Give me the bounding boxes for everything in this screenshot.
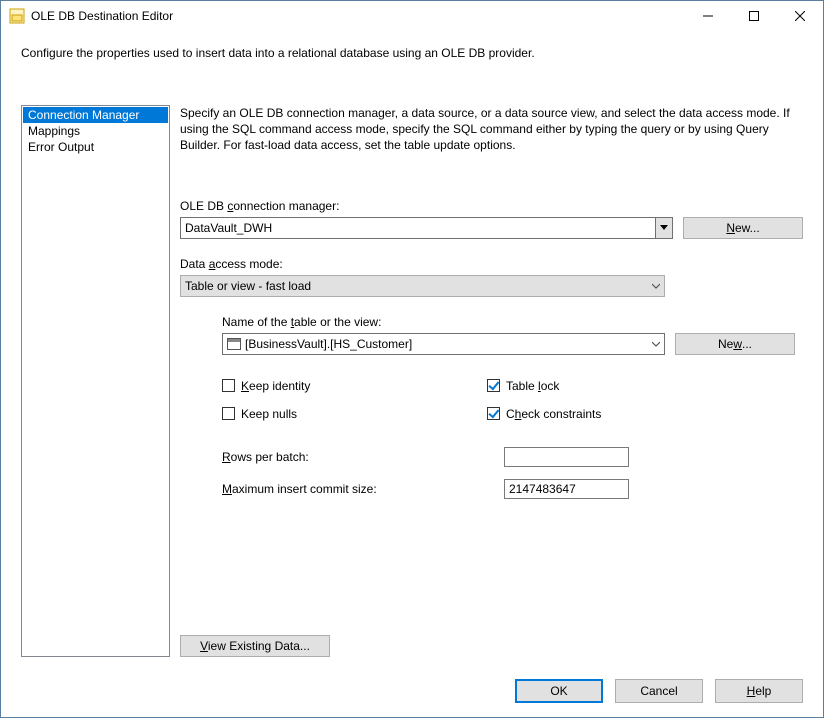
access-mode-section: Data access mode: Table or view - fast l… <box>180 257 803 297</box>
app-icon <box>9 8 25 24</box>
ok-button[interactable]: OK <box>515 679 603 703</box>
titlebar: OLE DB Destination Editor <box>1 1 823 31</box>
options-row-1: Keep identity Table lock <box>222 379 803 393</box>
main-row: Connection Manager Mappings Error Output… <box>21 105 803 657</box>
keep-identity-checkbox[interactable]: Keep identity <box>222 379 487 393</box>
chevron-down-icon <box>647 276 664 296</box>
connection-dropdown[interactable]: DataVault_DWH <box>180 217 673 239</box>
help-text: Specify an OLE DB connection manager, a … <box>180 105 803 154</box>
main-panel: Specify an OLE DB connection manager, a … <box>170 105 803 657</box>
check-constraints-checkbox[interactable]: Check constraints <box>487 407 752 421</box>
window-title: OLE DB Destination Editor <box>31 9 173 23</box>
checkbox-icon <box>222 407 235 420</box>
table-dropdown[interactable]: [BusinessVault].[HS_Customer] <box>222 333 665 355</box>
checkbox-icon <box>487 407 500 420</box>
connection-label: OLE DB connection manager: <box>180 199 803 213</box>
chevron-down-icon <box>647 334 664 354</box>
options-row-2: Keep nulls Check constraints <box>222 407 803 421</box>
new-table-button[interactable]: New... <box>675 333 795 355</box>
minimize-button[interactable] <box>685 1 731 31</box>
window: OLE DB Destination Editor Configure the … <box>0 0 824 718</box>
window-controls <box>685 1 823 31</box>
access-mode-dropdown[interactable]: Table or view - fast load <box>180 275 665 297</box>
dialog-buttons: OK Cancel Help <box>1 669 823 717</box>
maximize-button[interactable] <box>731 1 777 31</box>
commit-size-label: Maximum insert commit size: <box>222 482 504 496</box>
new-connection-button[interactable]: New... <box>683 217 803 239</box>
rows-per-batch-row: Rows per batch: <box>222 447 803 467</box>
sidebar-item-connection-manager[interactable]: Connection Manager <box>23 107 168 123</box>
sidebar: Connection Manager Mappings Error Output <box>21 105 170 657</box>
table-label: Name of the table or the view: <box>222 315 803 329</box>
commit-size-row: Maximum insert commit size: 2147483647 <box>222 479 803 499</box>
sidebar-item-error-output[interactable]: Error Output <box>23 139 168 155</box>
cancel-button[interactable]: Cancel <box>615 679 703 703</box>
description-text: Configure the properties used to insert … <box>21 46 803 60</box>
checkbox-icon <box>487 379 500 392</box>
checkbox-icon <box>222 379 235 392</box>
commit-size-input[interactable]: 2147483647 <box>504 479 629 499</box>
table-section: Name of the table or the view: [Business… <box>222 315 803 355</box>
help-button[interactable]: Help <box>715 679 803 703</box>
view-existing-data-button[interactable]: View Existing Data... <box>180 635 330 657</box>
table-lock-checkbox[interactable]: Table lock <box>487 379 752 393</box>
close-button[interactable] <box>777 1 823 31</box>
connection-section: OLE DB connection manager: DataVault_DWH… <box>180 199 803 239</box>
rows-per-batch-input[interactable] <box>504 447 629 467</box>
access-mode-label: Data access mode: <box>180 257 803 271</box>
table-icon <box>227 338 241 350</box>
keep-nulls-checkbox[interactable]: Keep nulls <box>222 407 487 421</box>
rows-per-batch-label: Rows per batch: <box>222 450 504 464</box>
sidebar-item-mappings[interactable]: Mappings <box>23 123 168 139</box>
chevron-down-icon <box>655 218 672 238</box>
content-area: Configure the properties used to insert … <box>1 31 823 669</box>
